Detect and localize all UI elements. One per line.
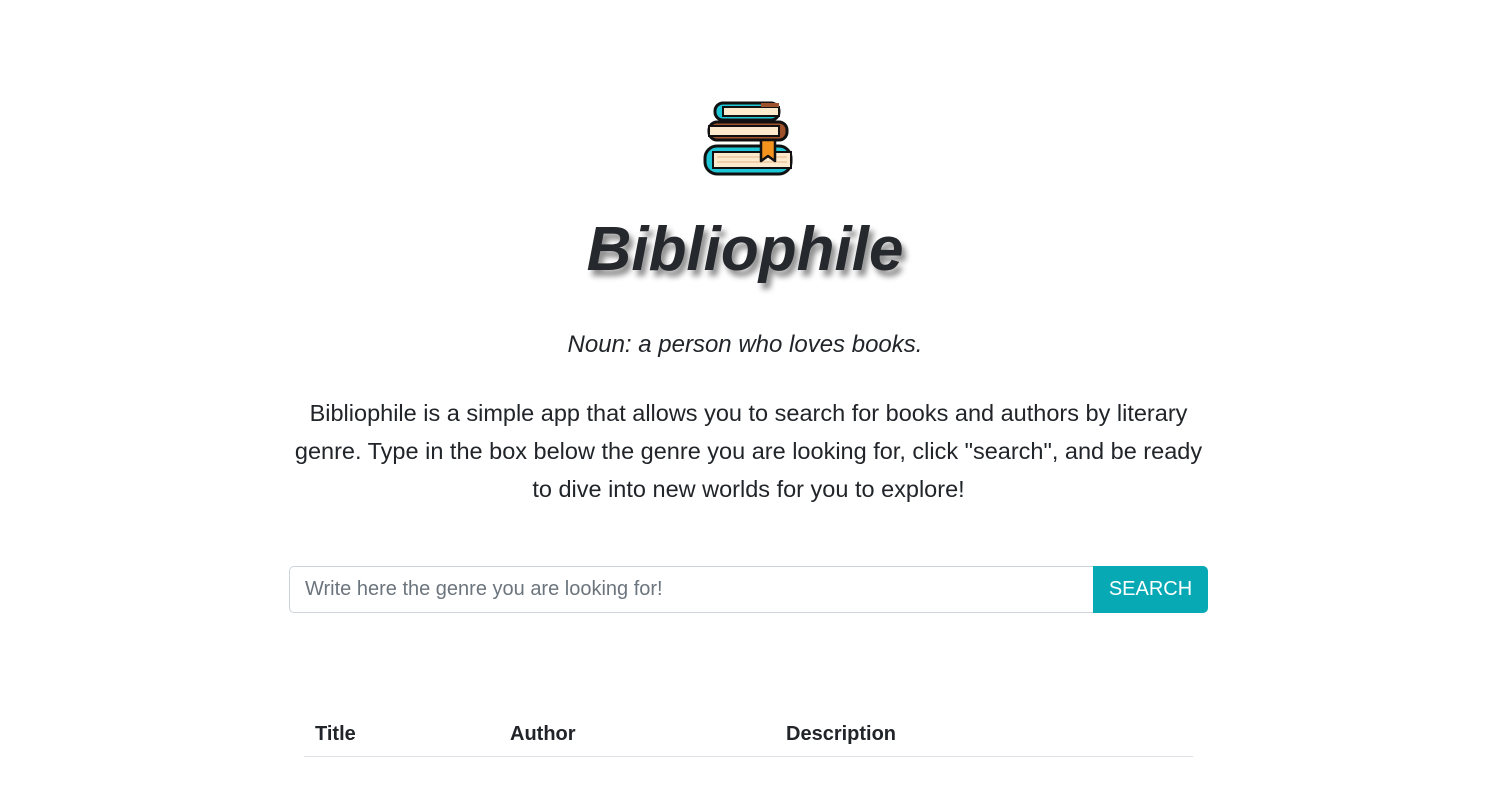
search-button[interactable]: SEARCH	[1093, 566, 1208, 613]
search-form: SEARCH	[289, 566, 1208, 613]
column-header-description: Description	[775, 712, 1193, 757]
page: Bibliophile Noun: a person who loves boo…	[0, 0, 1490, 807]
app-title: Bibliophile	[586, 215, 904, 284]
app-definition: Noun: a person who loves books.	[567, 331, 923, 358]
book-stack-icon	[703, 101, 793, 176]
column-header-author: Author	[499, 712, 775, 757]
table-header-row: Title Author Description	[304, 712, 1193, 757]
app-intro: Bibliophile is a simple app that allows …	[294, 400, 1203, 502]
results-table: Title Author Description	[304, 712, 1193, 757]
genre-search-input[interactable]	[289, 566, 1093, 613]
column-header-title: Title	[304, 712, 499, 757]
